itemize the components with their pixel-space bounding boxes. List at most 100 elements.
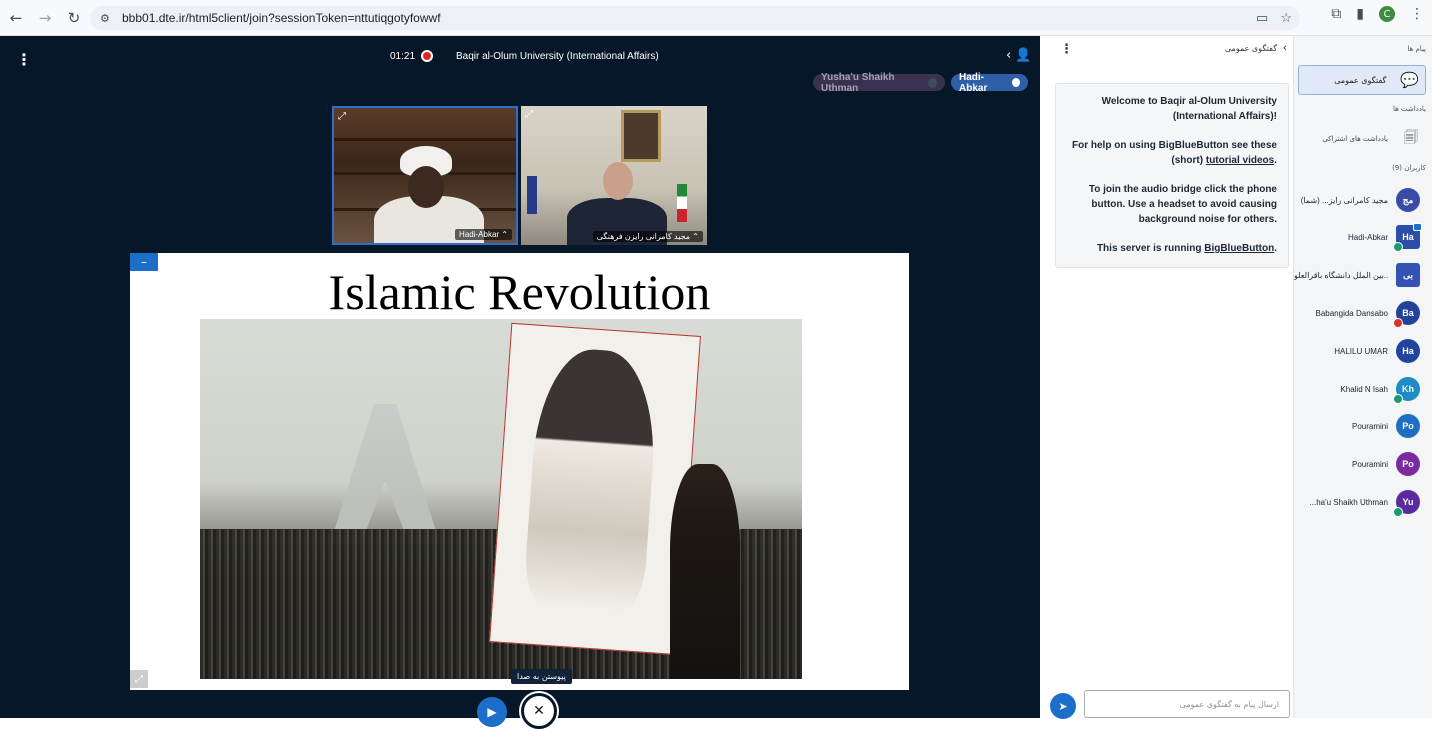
audio-status-icon	[1393, 318, 1403, 328]
bookmark-star-icon[interactable]: ☆	[1280, 10, 1292, 26]
avatar: بی	[1396, 263, 1420, 287]
avatar: Po	[1396, 452, 1420, 476]
audio-status-icon	[1393, 394, 1403, 404]
avatar: Po	[1396, 414, 1420, 438]
avatar-initials: Ha	[1402, 346, 1414, 356]
notes-icon: 🗐	[1404, 130, 1418, 146]
browser-menu-icon[interactable]: ⋮	[1410, 6, 1424, 22]
participant-face	[603, 162, 633, 200]
avatar: Yu	[1393, 490, 1420, 517]
meeting-area: ⋮ 01:21 Baqir al-Olum University (Intern…	[0, 36, 1040, 729]
user-name: Pouramini	[1351, 421, 1388, 431]
sidebar-toggle-icon[interactable]: ▮	[1356, 6, 1364, 22]
profile-avatar[interactable]: C	[1379, 6, 1395, 22]
user-name: ...ha'u Shaikh Uthman	[1309, 497, 1388, 507]
chat-title: گفتگوی عمومی	[1224, 44, 1277, 53]
user-list-item[interactable]: Pouramini Po	[1294, 411, 1432, 441]
user-list-item[interactable]: Pouramini Po	[1294, 449, 1432, 479]
video-tile[interactable]: ⤢ مجید کامرانی رایزن فرهنگی ⌃	[521, 106, 707, 245]
user-list-item[interactable]: Hadi-Abkar Ha	[1294, 222, 1432, 252]
cast-icon[interactable]: ▭	[1256, 10, 1268, 26]
video-name-label: Hadi-Abkar ⌃	[455, 229, 512, 240]
user-list-item[interactable]: Khalid N Isah Kh	[1294, 374, 1432, 404]
tutorial-videos-link[interactable]: tutorial videos	[1206, 155, 1274, 166]
user-name: Hadi-Abkar	[1347, 232, 1388, 242]
options-menu-icon[interactable]: ⋮	[16, 50, 32, 69]
welcome-message: Welcome to Baqir al-Olum University (Int…	[1055, 83, 1289, 268]
video-name: Hadi-Abkar	[459, 230, 500, 239]
browser-toolbar: ← → ↻ ⚙ bbb01.dte.ir/html5client/join?se…	[0, 0, 1432, 36]
minimize-presentation-button[interactable]: –	[130, 253, 158, 271]
avatar-initials: Yu	[1402, 497, 1414, 507]
public-chat-item[interactable]: گفتگوی عمومی 💬	[1298, 65, 1426, 95]
avatar-initials: Po	[1402, 421, 1414, 431]
webcam-status-icon	[1413, 223, 1422, 231]
mic-icon	[928, 77, 937, 88]
shared-notes-label: یادداشت های اشتراکی	[1322, 135, 1388, 143]
talking-indicator[interactable]: Hadi-Abkar	[951, 72, 1028, 94]
fullscreen-icon[interactable]: ⤢	[338, 111, 346, 122]
back-icon[interactable]: ←	[3, 5, 29, 31]
avatar: Kh	[1393, 377, 1420, 404]
poster-portrait	[522, 345, 661, 614]
join-audio-tooltip: پیوستن به صدا	[511, 669, 572, 684]
server-prefix: This server is running	[1096, 243, 1202, 254]
send-message-button[interactable]: ➤	[1050, 693, 1076, 719]
site-settings-icon[interactable]: ⚙	[100, 12, 114, 25]
address-bar[interactable]: ⚙ bbb01.dte.ir/html5client/join?sessionT…	[90, 6, 1300, 30]
audio-icon: ✕	[533, 703, 545, 719]
video-tile[interactable]: ⤢ Hadi-Abkar ⌃	[332, 106, 518, 245]
audio-status-icon	[1393, 507, 1403, 517]
user-list-toggle-icon[interactable]: ‹ 👤	[1006, 48, 1032, 63]
shared-notes-item[interactable]: یادداشت های اشتراکی 🗐	[1298, 126, 1426, 152]
join-audio-button[interactable]: ✕	[521, 693, 557, 729]
talking-indicator[interactable]: Yusha'u Shaikh Uthman	[813, 71, 945, 94]
extensions-icon[interactable]: ⧉	[1331, 6, 1341, 22]
avatar-initials: Ba	[1402, 308, 1414, 318]
avatar: Ha	[1396, 339, 1420, 363]
user-list-item[interactable]: بین الملل دانشگاه باقرالعلو... بی	[1294, 260, 1432, 290]
hide-chat-icon[interactable]: ‹	[1283, 41, 1287, 54]
forward-icon[interactable]: →	[32, 5, 58, 31]
url-text: bbb01.dte.ir/html5client/join?sessionTok…	[122, 11, 441, 25]
chat-message-input[interactable]: ارسال پیام به گفتگوی عمومی	[1084, 690, 1290, 718]
user-name: Pouramini	[1351, 459, 1388, 469]
bigbluebutton-link[interactable]: BigBlueButton	[1204, 243, 1274, 254]
user-name: Khalid N Isah	[1340, 384, 1388, 394]
avatar: Ba	[1393, 301, 1420, 328]
user-list-item[interactable]: ...ha'u Shaikh Uthman Yu	[1294, 487, 1432, 517]
user-list-item[interactable]: HALILU UMAR Ha	[1294, 336, 1432, 366]
avatar-initials: Kh	[1402, 384, 1414, 394]
help-suffix: .	[1274, 155, 1277, 166]
user-list-item[interactable]: مجید کامرانی رایز... (شما) مج	[1294, 185, 1432, 215]
flag	[677, 184, 687, 222]
server-line: This server is running BigBlueButton.	[1067, 241, 1277, 256]
chat-options-icon[interactable]: ⋮	[1060, 42, 1073, 57]
avatar: مج	[1396, 188, 1420, 212]
avatar-initials: Po	[1402, 459, 1414, 469]
wall-portrait	[621, 110, 661, 162]
flag	[527, 176, 537, 214]
avatar-initials: بی	[1402, 269, 1413, 280]
video-name: مجید کامرانی رایزن فرهنگی	[596, 232, 691, 241]
shelf	[334, 138, 516, 141]
avatar-initials: مج	[1402, 194, 1414, 205]
notes-section-title: یادداشت ها	[1392, 105, 1426, 113]
user-list-item[interactable]: Babangida Dansabo Ba	[1294, 298, 1432, 328]
chat-panel: ⋮ گفتگوی عمومی ‹ Welcome to Baqir al-Olu…	[1040, 36, 1294, 719]
recording-indicator-icon[interactable]	[421, 50, 433, 62]
presentation-slide[interactable]: Islamic Revolution	[130, 253, 909, 690]
audio-status-icon	[1393, 242, 1403, 252]
meeting-title: Baqir al-Olum University (International …	[456, 51, 659, 62]
welcome-meeting-name: Baqir al-Olum University (International …	[1160, 96, 1277, 122]
mic-icon	[1011, 78, 1020, 87]
man-holding-poster	[670, 464, 740, 679]
azadi-tower-shape	[330, 404, 440, 544]
talker-name: Yusha'u Shaikh Uthman	[821, 71, 895, 94]
avatar: Ha	[1393, 223, 1422, 252]
camera-icon: ▶	[487, 705, 497, 719]
fullscreen-presentation-icon[interactable]: ⤢	[130, 670, 148, 688]
fullscreen-icon[interactable]: ⤢	[525, 109, 533, 120]
reload-icon[interactable]: ↻	[61, 5, 87, 31]
share-webcam-button[interactable]: ▶	[477, 697, 507, 727]
